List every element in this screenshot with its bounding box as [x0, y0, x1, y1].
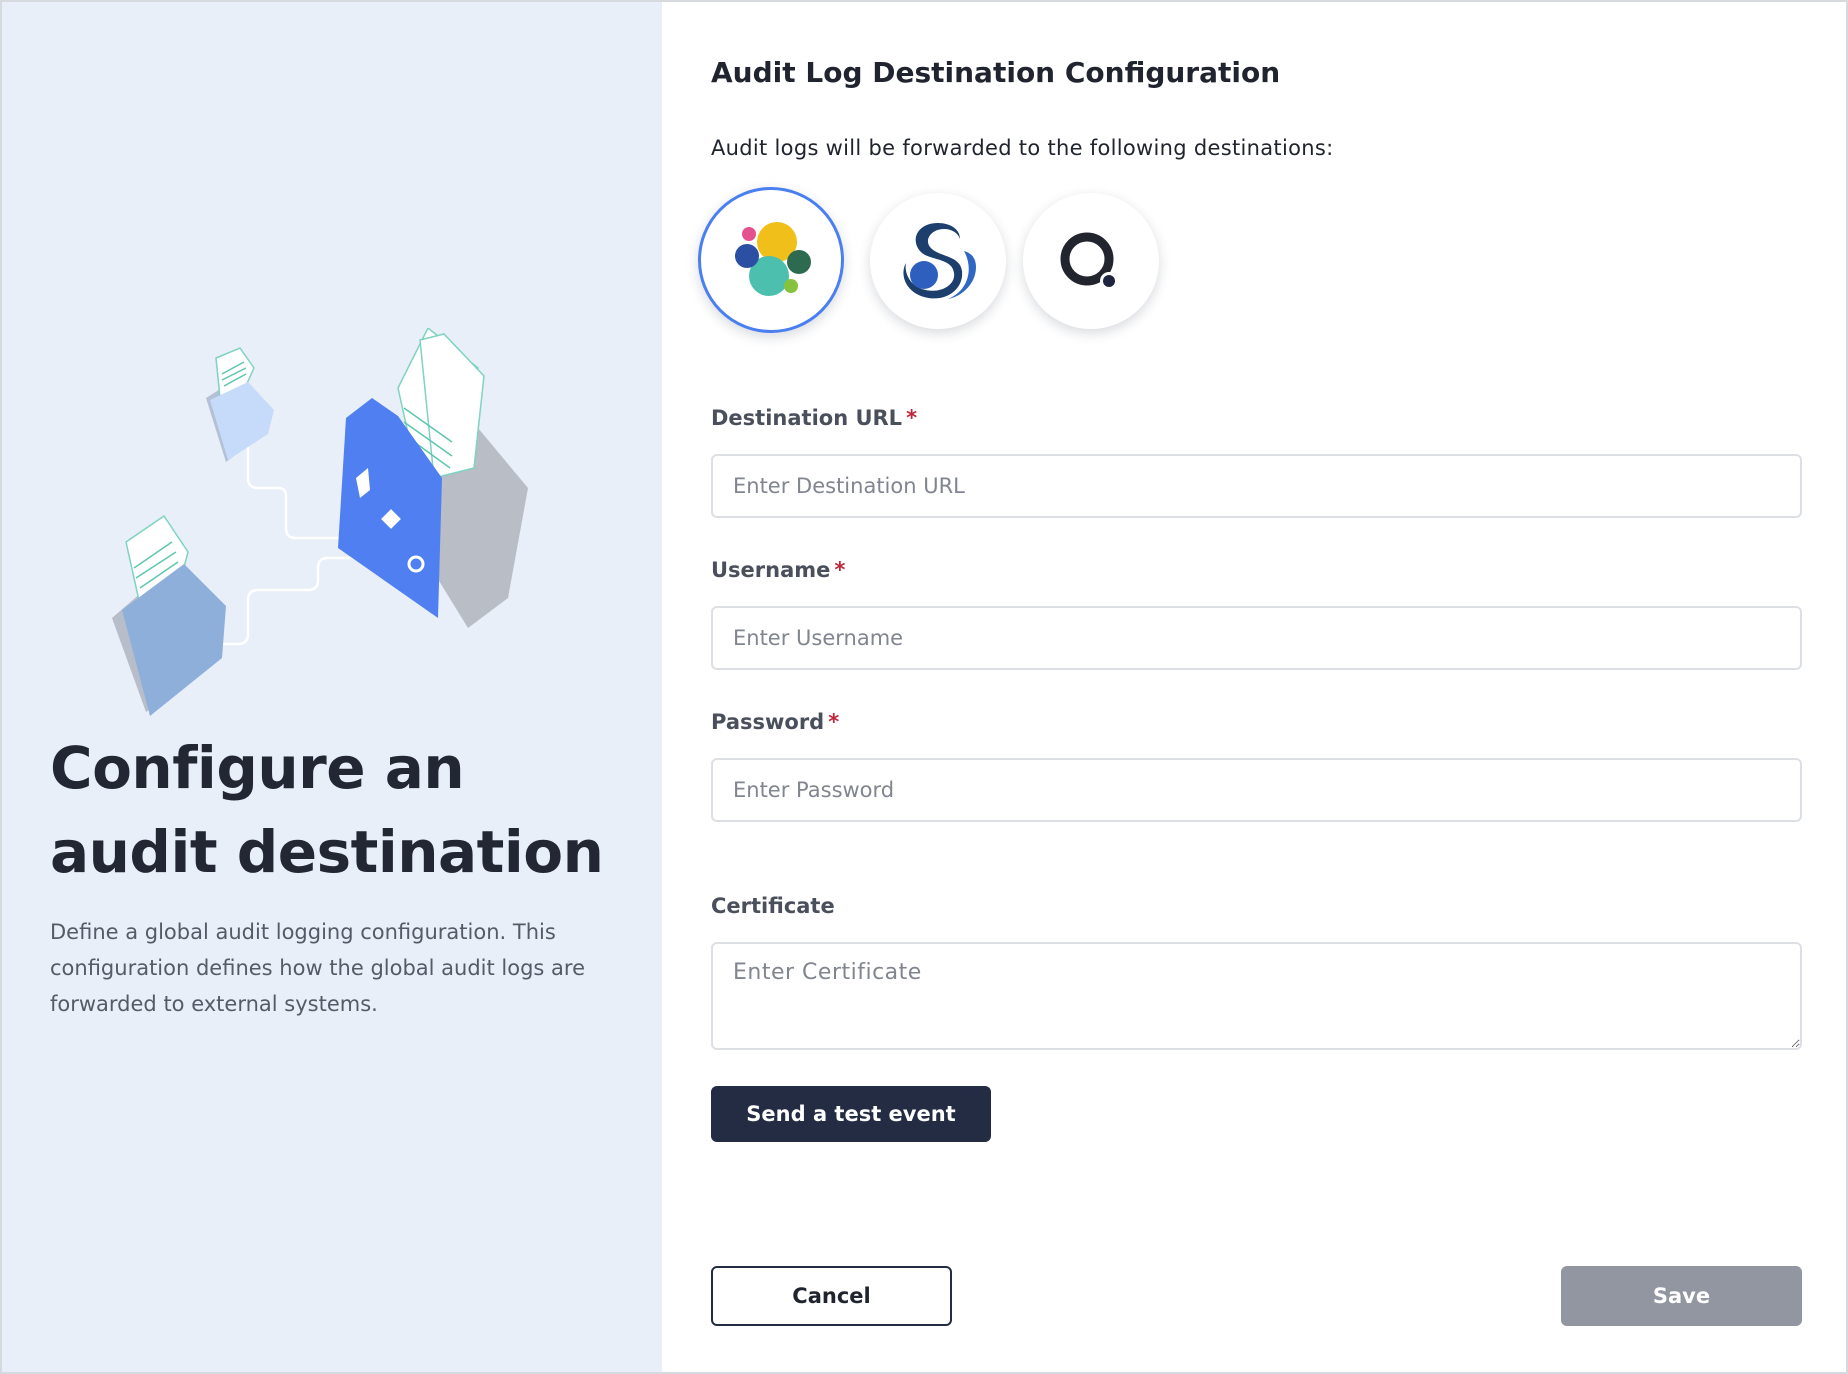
- qradar-logo-icon: [1060, 232, 1118, 290]
- certificate-label: Certificate: [711, 894, 835, 918]
- splunk-logo-icon: [903, 223, 976, 299]
- form-title: Audit Log Destination Configuration: [711, 56, 1281, 89]
- cancel-button[interactable]: Cancel: [711, 1266, 952, 1326]
- username-label: Username *: [711, 558, 845, 582]
- password-input[interactable]: [711, 758, 1802, 822]
- destinations-intro: Audit logs will be forwarded to the foll…: [711, 136, 1334, 160]
- required-mark: *: [906, 406, 918, 430]
- required-mark: *: [834, 558, 846, 582]
- username-label-text: Username: [711, 558, 831, 582]
- destination-option-elastic[interactable]: [698, 187, 844, 333]
- destination-option-qradar[interactable]: [1023, 193, 1159, 329]
- destination-url-label: Destination URL *: [711, 406, 917, 430]
- intro-description: Define a global audit logging configurat…: [50, 920, 586, 1016]
- certificate-textarea[interactable]: [711, 942, 1802, 1050]
- required-mark: *: [828, 710, 840, 734]
- destination-option-splunk[interactable]: [870, 193, 1006, 329]
- destination-url-input[interactable]: [711, 454, 1802, 518]
- app-window: Configure an audit destination Define a …: [0, 0, 1848, 1374]
- save-button[interactable]: Save: [1561, 1266, 1802, 1326]
- username-input[interactable]: [711, 606, 1802, 670]
- config-form: Audit Log Destination Configuration Audi…: [662, 2, 1846, 1372]
- password-label: Password *: [711, 710, 839, 734]
- destination-url-label-text: Destination URL: [711, 406, 903, 430]
- send-test-event-button[interactable]: Send a test event: [711, 1086, 991, 1142]
- intro-title: Configure an audit destination: [50, 734, 604, 886]
- intro-panel: Configure an audit destination Define a …: [2, 2, 662, 1372]
- folders-illustration: [112, 328, 528, 716]
- elastic-logo-icon: [735, 222, 811, 296]
- password-label-text: Password: [711, 710, 825, 734]
